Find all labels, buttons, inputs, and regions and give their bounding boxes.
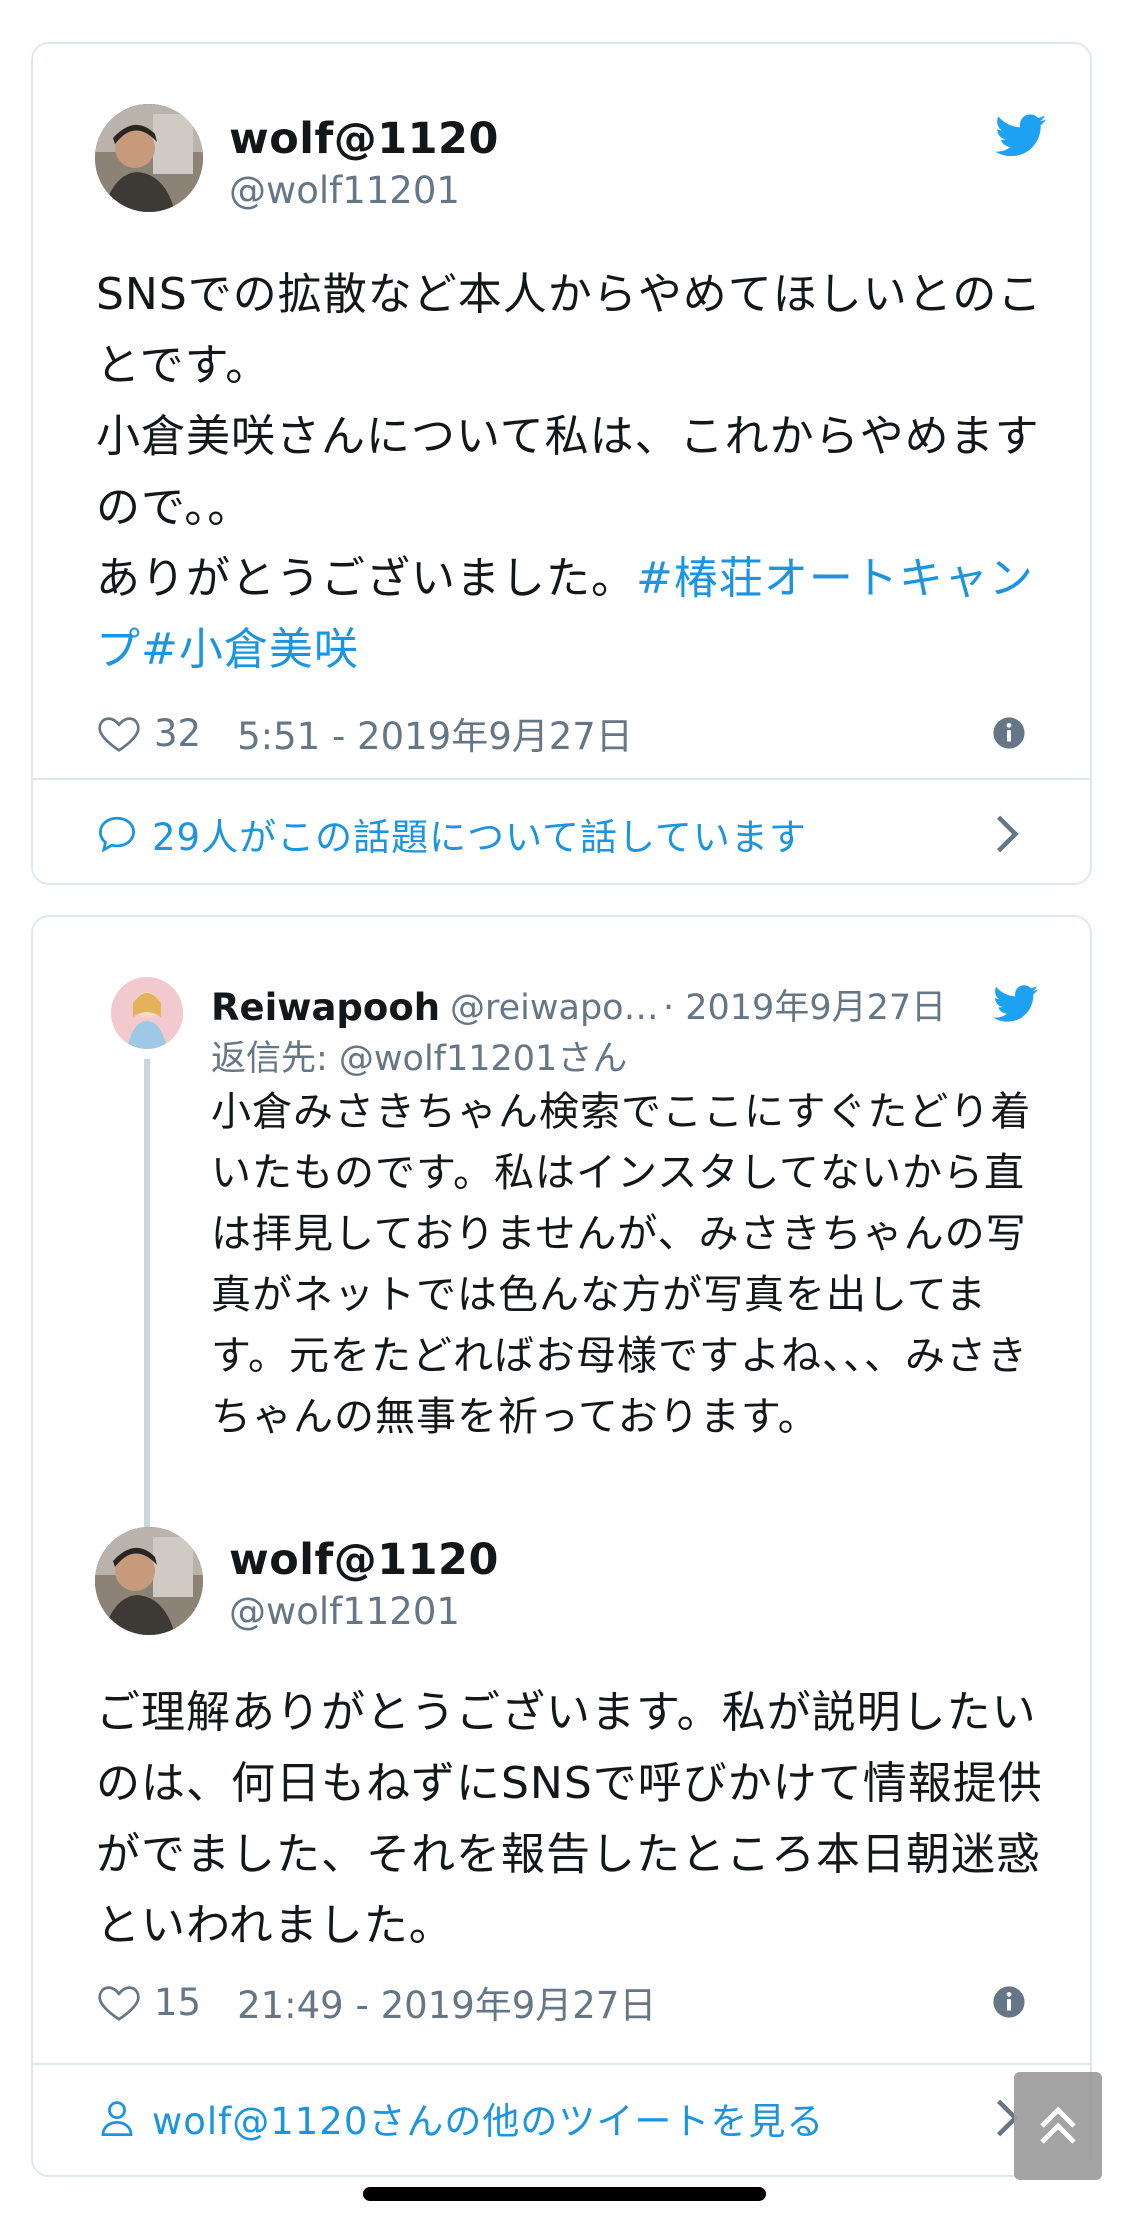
twitter-bird-icon[interactable] xyxy=(993,985,1039,1023)
hashtag-link[interactable]: #小倉美咲 xyxy=(141,624,359,675)
scroll-to-top-button[interactable] xyxy=(1014,2072,1102,2180)
tweet-text: SNSでの拡散など本人からやめてほしいとのことです。 小倉美咲さんについて私は、… xyxy=(96,259,1061,685)
info-icon[interactable] xyxy=(992,716,1026,750)
tweet-meta: 15 21:49 - 2019年9月27日 xyxy=(96,1977,656,2027)
reply-author-avatar[interactable] xyxy=(111,977,183,1049)
tweet-timestamp[interactable]: 5:51 - 2019年9月27日 xyxy=(237,706,633,760)
tweet-text: ご理解ありがとうございます。私が説明したいのは、何日もねずにSNSで呼びかけて情… xyxy=(96,1687,1043,1951)
double-chevron-up-icon xyxy=(1040,2106,1076,2144)
tweet-card[interactable]: wolf@1120 @wolf11201 SNSでの拡散など本人からやめてほしい… xyxy=(31,42,1092,885)
divider xyxy=(33,778,1090,780)
conversation-label: 29人がこの話題について話しています xyxy=(152,816,807,859)
reply-date[interactable]: · 2019年9月27日 xyxy=(663,991,946,1026)
conversation-link[interactable]: 29人がこの話題について話しています xyxy=(96,799,1050,869)
reply-author-name[interactable]: Reiwapooh xyxy=(211,989,440,1026)
author-handle[interactable]: @wolf11201 xyxy=(229,1593,460,1630)
chevron-right-icon xyxy=(996,815,1019,853)
like-count: 32 xyxy=(154,711,202,755)
reply-author-handle[interactable]: @reiwapo… xyxy=(450,991,659,1026)
reply-to-label[interactable]: 返信先: @wolf11201さん xyxy=(211,1042,627,1077)
like-count: 15 xyxy=(154,1980,202,2024)
reply-text: 小倉みさきちゃん検索でここにすぐたどり着いたものです。私はインスタしてないから直… xyxy=(211,1089,1032,1440)
author-name[interactable]: wolf@1120 xyxy=(229,1539,499,1582)
author-name[interactable]: wolf@1120 xyxy=(229,118,499,161)
author-avatar[interactable] xyxy=(95,1527,203,1635)
more-tweets-label: wolf@1120さんの他のツイートを見る xyxy=(152,2100,825,2143)
author-handle[interactable]: @wolf11201 xyxy=(229,172,460,209)
tweet-meta: 32 5:51 - 2019年9月27日 xyxy=(96,708,633,758)
author-avatar[interactable] xyxy=(95,104,203,212)
divider xyxy=(33,2063,1090,2065)
person-icon xyxy=(101,2101,133,2137)
more-tweets-link[interactable]: wolf@1120さんの他のツイートを見る xyxy=(96,2083,1050,2153)
tweet-timestamp[interactable]: 21:49 - 2019年9月27日 xyxy=(237,1975,656,2029)
thread-line xyxy=(144,1059,150,1595)
heart-icon[interactable] xyxy=(96,1979,142,2025)
tweet-card[interactable]: Reiwapooh @reiwapo… · 2019年9月27日 返信先: @w… xyxy=(31,915,1092,2177)
speech-bubble-icon xyxy=(98,816,136,853)
info-icon[interactable] xyxy=(992,1985,1026,2019)
twitter-bird-icon[interactable] xyxy=(995,114,1047,158)
heart-icon[interactable] xyxy=(96,710,142,756)
home-indicator[interactable] xyxy=(363,2187,766,2201)
